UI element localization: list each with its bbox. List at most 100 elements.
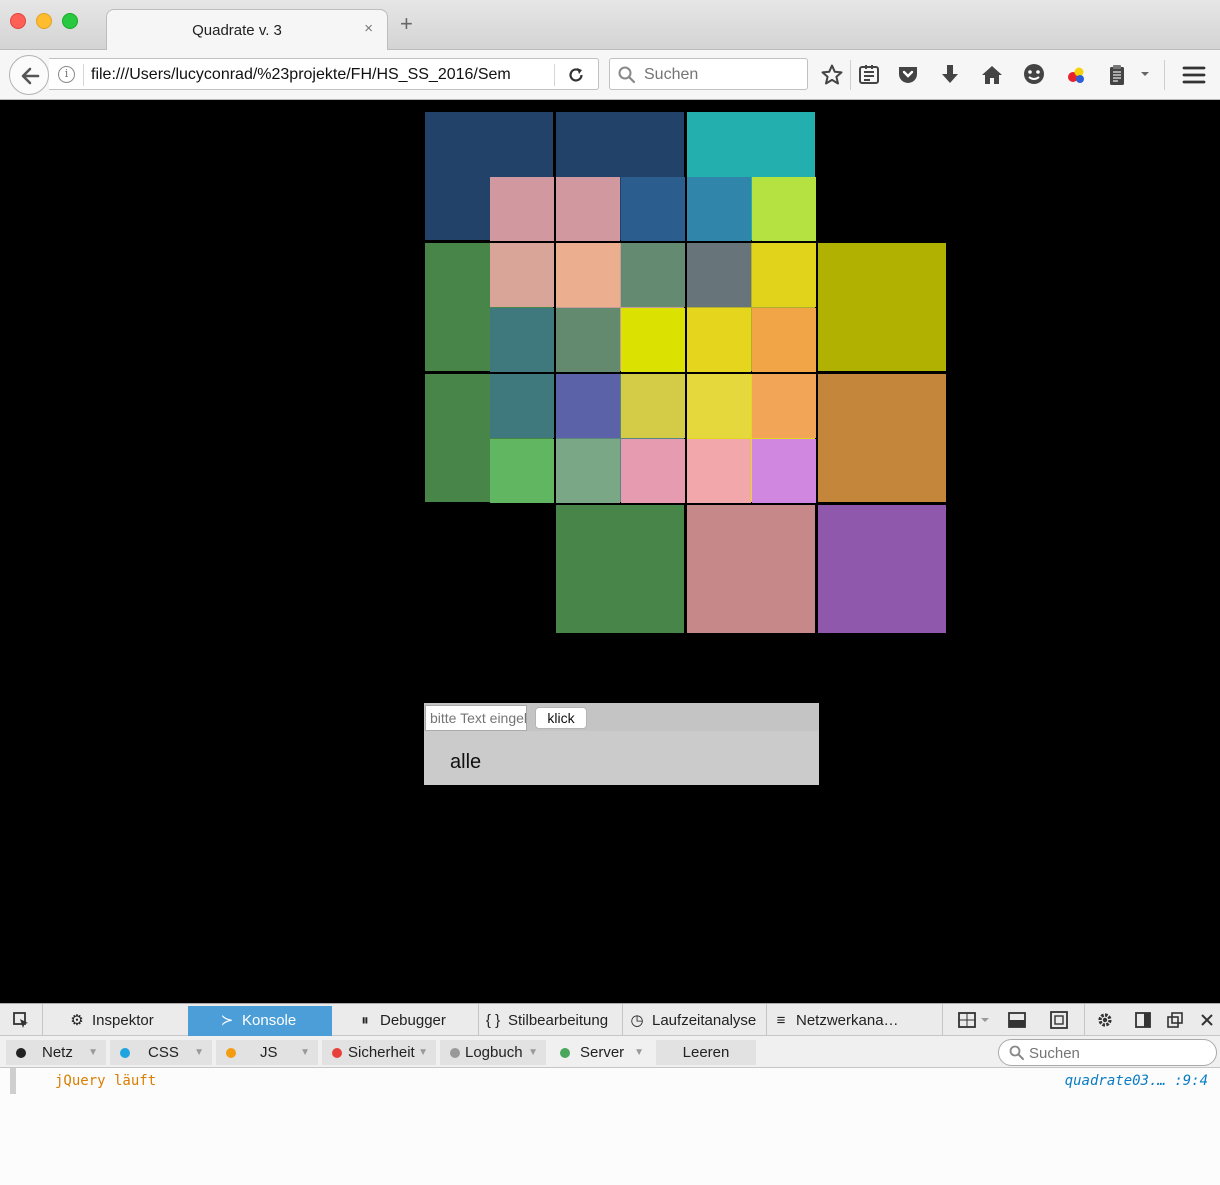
url-text[interactable]: file:///Users/lucyconrad/%23projekte/FH/… <box>91 66 551 84</box>
menu-icon[interactable] <box>1182 63 1206 87</box>
back-button[interactable] <box>9 55 49 95</box>
toolbar-divider <box>850 60 851 90</box>
chevron-down-icon: ▼ <box>194 1047 204 1058</box>
small-square[interactable] <box>556 439 620 503</box>
pocket-icon[interactable] <box>896 63 920 87</box>
small-square[interactable] <box>556 374 620 438</box>
small-square[interactable] <box>687 308 751 372</box>
small-square[interactable] <box>621 177 685 241</box>
small-square[interactable] <box>490 439 554 503</box>
small-square[interactable] <box>490 177 554 241</box>
filter-logbuch[interactable]: Logbuch ▼ <box>440 1040 546 1065</box>
page-content: klick alle <box>0 101 1220 1003</box>
colorful-extension-icon[interactable] <box>1064 63 1088 87</box>
info-icon[interactable]: i <box>58 66 75 83</box>
small-square[interactable] <box>490 308 554 372</box>
small-square[interactable] <box>490 243 554 307</box>
browser-window: Quadrate v. 3 × + i file:///Users/lucyco… <box>0 0 1220 1185</box>
server-dot <box>560 1048 570 1058</box>
chevron-down-icon: ▼ <box>300 1047 310 1058</box>
filter-css[interactable]: CSS ▼ <box>110 1040 212 1065</box>
filter-netz[interactable]: Netz ▼ <box>6 1040 106 1065</box>
console-search[interactable] <box>998 1039 1217 1066</box>
console-search-input[interactable] <box>1029 1045 1199 1062</box>
reload-icon[interactable] <box>567 66 585 84</box>
minimize-window-button[interactable] <box>36 13 52 29</box>
small-square[interactable] <box>752 439 816 503</box>
tab-laufzeitanalyse[interactable]: ◷ Laufzeitanalyse <box>628 1006 764 1036</box>
tab-stilbearbeitung[interactable]: { } Stilbearbeitung <box>484 1006 620 1036</box>
small-square[interactable] <box>621 374 685 438</box>
big-square[interactable] <box>818 374 946 502</box>
devtools-divider <box>622 1004 623 1036</box>
small-square[interactable] <box>556 177 620 241</box>
big-square[interactable] <box>556 505 684 633</box>
filter-js[interactable]: JS ▼ <box>216 1040 318 1065</box>
sicherheit-dot <box>332 1048 342 1058</box>
chevron-down-icon[interactable] <box>1138 63 1152 87</box>
filter-server[interactable]: Server ▼ <box>550 1040 652 1065</box>
console-source-link[interactable]: quadrate03.… :9:4 <box>1065 1073 1208 1089</box>
output-text: alle <box>450 751 482 773</box>
url-divider <box>83 64 84 86</box>
maximize-window-button[interactable] <box>62 13 78 29</box>
frame-select-icon[interactable] <box>958 1011 976 1029</box>
small-square[interactable] <box>687 374 751 438</box>
small-square[interactable] <box>752 243 816 307</box>
small-square[interactable] <box>752 308 816 372</box>
small-square[interactable] <box>752 177 816 241</box>
console-message: jQuery läuft <box>55 1073 157 1089</box>
small-square[interactable] <box>687 177 751 241</box>
small-square[interactable] <box>556 308 620 372</box>
big-square[interactable] <box>818 112 946 240</box>
url-bar[interactable]: i file:///Users/lucyconrad/%23projekte/F… <box>49 58 599 90</box>
klick-button[interactable]: klick <box>535 707 587 729</box>
reading-list-icon[interactable] <box>857 63 881 87</box>
tab-konsole[interactable]: ≻ Konsole <box>188 1006 332 1036</box>
small-square[interactable] <box>621 243 685 307</box>
text-input[interactable] <box>425 705 527 731</box>
small-square[interactable] <box>687 439 751 503</box>
close-window-button[interactable] <box>10 13 26 29</box>
undock-window-icon[interactable] <box>1166 1011 1184 1029</box>
responsive-view-icon[interactable] <box>1050 1011 1068 1029</box>
tab-close-icon[interactable]: × <box>364 20 373 37</box>
new-tab-button[interactable]: + <box>400 13 413 35</box>
chat-icon[interactable] <box>1022 63 1046 87</box>
chevron-down-icon[interactable] <box>980 1011 990 1029</box>
big-square[interactable] <box>687 505 815 633</box>
small-square[interactable] <box>490 374 554 438</box>
clear-button[interactable]: Leeren <box>656 1040 756 1065</box>
devtools-divider <box>942 1004 943 1036</box>
tab-bar: Quadrate v. 3 × + <box>0 0 1220 51</box>
download-icon[interactable] <box>938 63 962 87</box>
tab-inspektor[interactable]: ⚙ Inspektor <box>68 1006 186 1036</box>
tab-debugger[interactable]: ⏸ Debugger <box>356 1006 476 1036</box>
small-square[interactable] <box>752 374 816 438</box>
close-icon[interactable] <box>1198 1011 1216 1029</box>
search-input[interactable] <box>644 66 804 84</box>
dock-side-icon[interactable] <box>1134 1011 1152 1029</box>
small-square[interactable] <box>621 439 685 503</box>
gear-icon[interactable] <box>1096 1011 1114 1029</box>
console-marker <box>10 1068 16 1094</box>
filter-sicherheit[interactable]: Sicherheit ▼ <box>322 1040 436 1065</box>
home-icon[interactable] <box>980 63 1004 87</box>
browser-tab[interactable]: Quadrate v. 3 × <box>106 9 388 51</box>
tab-netzwerkanalyse[interactable]: ≡ Netzwerkana… <box>772 1006 912 1036</box>
clipboard-icon[interactable] <box>1105 63 1129 87</box>
small-square[interactable] <box>556 243 620 307</box>
chevron-down-icon: ▼ <box>88 1047 98 1058</box>
star-icon[interactable] <box>820 63 844 87</box>
devtools-divider <box>42 1004 43 1036</box>
split-console-icon[interactable] <box>1008 1011 1026 1029</box>
small-square[interactable] <box>621 308 685 372</box>
search-bar[interactable] <box>609 58 808 90</box>
big-square[interactable] <box>425 505 553 633</box>
small-square[interactable] <box>687 243 751 307</box>
big-square[interactable] <box>818 505 946 633</box>
devtools-toolbar: ⚙ Inspektor ≻ Konsole ⏸ Debugger { } Stilbea… <box>0 1004 1220 1036</box>
chevron-down-icon: ▼ <box>418 1047 428 1058</box>
element-picker-icon[interactable] <box>12 1011 30 1029</box>
big-square[interactable] <box>818 243 946 371</box>
